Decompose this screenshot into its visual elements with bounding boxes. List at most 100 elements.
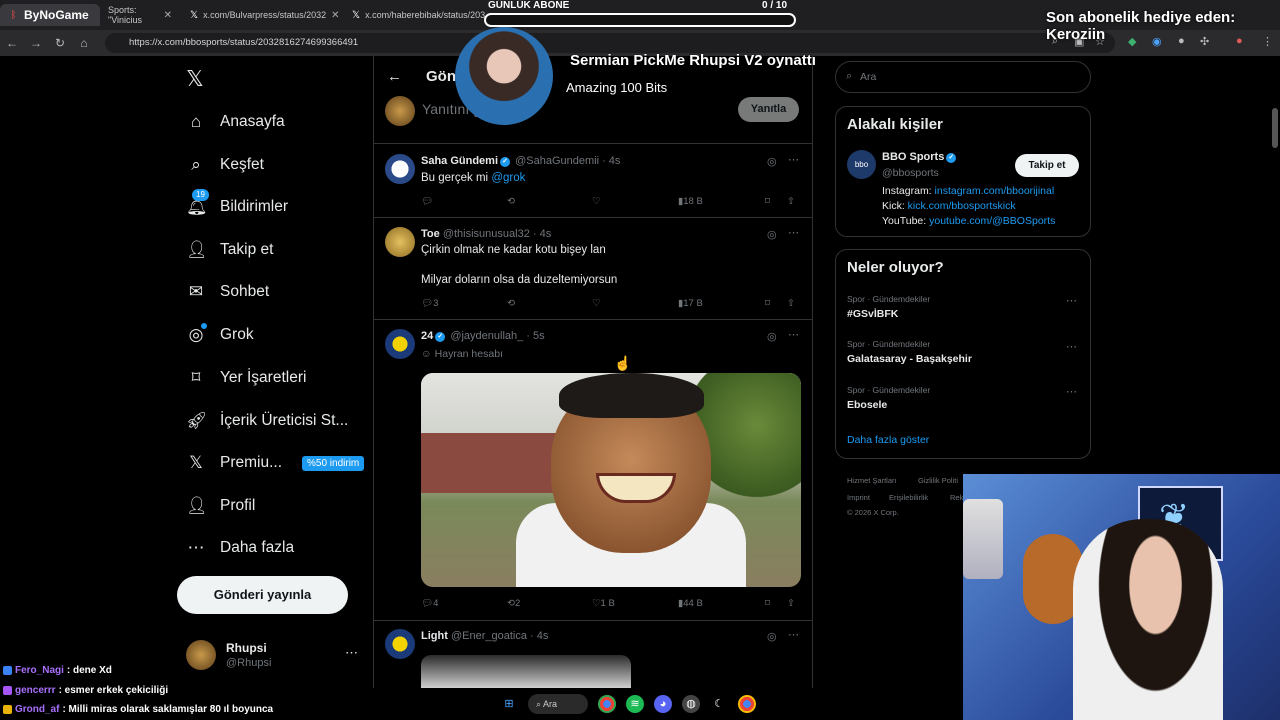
bookmark-icon[interactable]: ⌑: [765, 298, 770, 309]
browser-tab[interactable]: ᛒ ByNoGame: [0, 4, 100, 26]
close-icon[interactable]: ✕: [331, 10, 339, 21]
avatar[interactable]: bbo: [847, 150, 876, 179]
views-icon[interactable]: ▮ 18 B: [678, 196, 703, 207]
reply-icon[interactable]: 💬︎: [421, 196, 433, 207]
grok-icon[interactable]: ◎: [767, 330, 777, 343]
sidebar-item-home[interactable]: ⌂ Anasayfa: [186, 107, 285, 137]
author-name: Saha Gündemi: [421, 155, 499, 167]
sidebar-item-follow[interactable]: 👤︎ Takip et: [186, 235, 273, 265]
bio-link[interactable]: kick.com/bbosportskick: [908, 200, 1016, 212]
bio-label: Kick:: [882, 200, 908, 212]
chrome-icon[interactable]: [738, 695, 756, 713]
reply-button[interactable]: Yanıtla: [738, 97, 799, 122]
trend-name[interactable]: #GSvİBFK: [847, 308, 898, 320]
footer-link[interactable]: Erişilebilirlik: [889, 493, 928, 502]
trend-name[interactable]: Galatasaray - Başakşehir: [847, 353, 972, 365]
sidebar-item-chat[interactable]: ✉ Sohbet: [186, 277, 269, 307]
sidebar-item-more[interactable]: ⋯ Daha fazla: [186, 533, 295, 563]
retweet-icon[interactable]: ⟲: [507, 298, 515, 309]
retweet-icon[interactable]: ⟲: [507, 196, 515, 207]
more-icon[interactable]: ⋯: [1066, 385, 1077, 398]
share-icon[interactable]: ⇧: [787, 196, 795, 207]
browser-tab[interactable]: Sports: "Vinicius ✕: [100, 4, 180, 26]
bookmark-icon[interactable]: ⌑: [765, 196, 770, 207]
views-icon[interactable]: ▮ 17 B: [678, 298, 703, 309]
x-logo-icon[interactable]: 𝕏: [186, 66, 204, 92]
forward-icon[interactable]: →: [24, 36, 48, 50]
more-icon[interactable]: ⋯: [788, 628, 799, 641]
tweet-author[interactable]: Light @Ener_goatica · 4s: [421, 630, 548, 642]
grok-icon[interactable]: ◎: [767, 630, 777, 643]
more-icon[interactable]: ⋯: [1066, 340, 1077, 353]
sidebar-item-creator-studio[interactable]: 🚀︎ İçerik Üreticisi St...: [186, 406, 348, 436]
reload-icon[interactable]: ↻: [48, 36, 72, 50]
browser-tab[interactable]: 𝕏 x.com/haberebibak/status/203: [344, 4, 486, 26]
footer-link[interactable]: Rek: [950, 493, 963, 502]
follow-button[interactable]: Takip et: [1015, 154, 1079, 177]
sidebar-item-profile[interactable]: 👤︎ Profil: [186, 491, 255, 521]
panel-title: Alakalı kişiler: [847, 116, 943, 133]
reply-icon[interactable]: 💬︎ 3: [421, 298, 438, 309]
sidebar-item-notifications[interactable]: 🔔︎ 19 Bildirimler: [186, 189, 288, 222]
home-icon[interactable]: ⌂: [72, 36, 96, 50]
browser-tab[interactable]: 𝕏 x.com/Bulvarpress/status/2032 ✕: [182, 4, 342, 26]
like-icon[interactable]: ♡: [592, 196, 601, 207]
views-count: 44 B: [683, 598, 703, 609]
footer-link[interactable]: Gizlilik Politi: [918, 476, 958, 485]
trend-name[interactable]: Ebosele: [847, 399, 887, 411]
tweet-author[interactable]: 24 ✓ @jaydenullah_ · 5s: [421, 330, 545, 342]
more-icon[interactable]: ⋯: [788, 328, 799, 341]
share-icon[interactable]: ⇧: [787, 298, 795, 309]
avatar[interactable]: [385, 227, 415, 257]
more-icon[interactable]: ⋯: [345, 645, 358, 661]
footer-link[interactable]: Hizmet Şartları: [847, 476, 897, 485]
retweet-icon[interactable]: ⟲ 2: [507, 598, 520, 609]
bio-link[interactable]: instagram.com/bboorijinal: [935, 185, 1055, 197]
avatar[interactable]: [385, 629, 415, 659]
like-icon[interactable]: ♡: [592, 298, 601, 309]
avatar[interactable]: [385, 329, 415, 359]
sidebar-item-explore[interactable]: ⌕ Keşfet: [186, 150, 264, 180]
footer-link[interactable]: Imprint: [847, 493, 870, 502]
mention-link[interactable]: @grok: [491, 172, 525, 184]
url-input[interactable]: https://x.com/bbosports/status/203281627…: [105, 33, 1115, 53]
close-icon[interactable]: ✕: [164, 10, 172, 21]
spotify-icon[interactable]: ≋: [626, 695, 644, 713]
like-icon[interactable]: ♡ 1 B: [592, 598, 615, 609]
obs-icon[interactable]: ◍: [682, 695, 700, 713]
more-icon[interactable]: ⋯: [788, 153, 799, 166]
moon-icon[interactable]: ☾: [710, 695, 728, 713]
scrollbar-thumb[interactable]: [1272, 108, 1278, 148]
avatar[interactable]: [385, 154, 415, 184]
more-icon[interactable]: ⋯: [1066, 294, 1077, 307]
back-arrow-icon[interactable]: ←: [387, 68, 402, 85]
share-icon[interactable]: ⇧: [787, 598, 795, 609]
grok-icon[interactable]: ◎: [767, 228, 777, 241]
bookmark-icon[interactable]: ⌑: [765, 598, 770, 609]
grok-icon[interactable]: ◎: [767, 155, 777, 168]
more-icon[interactable]: ⋯: [788, 226, 799, 239]
person-name[interactable]: BBO Sports ✓: [882, 151, 958, 163]
tweet-author[interactable]: Toe @thisisunusual32 · 4s: [421, 228, 551, 240]
tab-label: x.com/haberebibak/status/203: [365, 10, 486, 20]
windows-start-icon[interactable]: ⊞: [500, 695, 518, 713]
account-switcher[interactable]: Rhupsi @Rhupsi: [186, 640, 271, 670]
sidebar-item-premium[interactable]: 𝕏 Premiu... %50 indirim: [186, 448, 365, 478]
discord-icon[interactable]: ◕: [654, 695, 672, 713]
sidebar-item-grok[interactable]: ◎ Grok: [186, 320, 254, 350]
bio-link[interactable]: youtube.com/@BBOSports: [929, 215, 1055, 227]
tweet-photo[interactable]: [421, 655, 631, 688]
show-more-link[interactable]: Daha fazla göster: [847, 434, 929, 446]
back-icon[interactable]: ←: [0, 36, 24, 50]
tweet-author[interactable]: Saha Gündemi ✓ @SahaGundemii · 4s: [421, 155, 620, 167]
taskbar-search[interactable]: ⌕ Ara: [528, 694, 588, 714]
author-name: Toe: [421, 228, 440, 240]
chrome-icon[interactable]: [598, 695, 616, 713]
search-input[interactable]: Ara: [835, 61, 1091, 93]
tweet-photo[interactable]: [421, 373, 801, 587]
views-icon[interactable]: ▮ 44 B: [678, 598, 703, 609]
sidebar-item-bookmarks[interactable]: ⌑ Yer İşaretleri: [186, 363, 307, 393]
post-button[interactable]: Gönderi yayınla: [177, 576, 348, 614]
reply-icon[interactable]: 💬︎ 4: [421, 598, 438, 609]
views-count: 17 B: [683, 298, 703, 309]
